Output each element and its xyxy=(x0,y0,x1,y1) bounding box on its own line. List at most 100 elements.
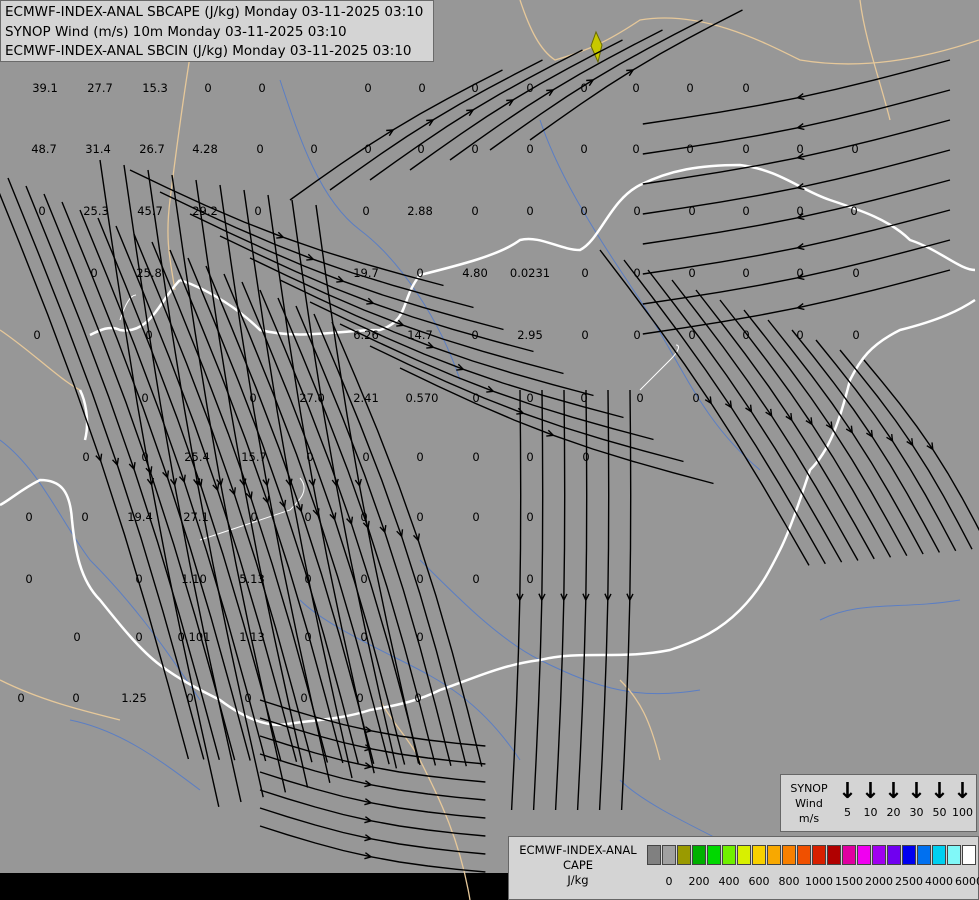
wind-arrow-icon: ↓ xyxy=(907,779,926,804)
map-value-label: 0 xyxy=(472,450,479,464)
map-value-label: 25.3 xyxy=(83,204,109,218)
cape-color-swatch xyxy=(722,845,736,865)
map-value-label: 0 xyxy=(244,691,251,705)
wind-legend-label-synop: SYNOP xyxy=(790,782,828,795)
map-value-label: 0 xyxy=(633,204,640,218)
streamline xyxy=(791,329,941,553)
map-value-label: 0 xyxy=(81,510,88,524)
map-value-label: 0 xyxy=(414,691,421,705)
weather-map[interactable]: 39.1 27.7 15.3 0 0 0 0 0 0 0 0 0 0 48.7 31.4 26.7 4.28 0 0… xyxy=(0,0,979,900)
map-value-label: 0 xyxy=(135,572,142,586)
cape-color-swatch xyxy=(767,845,781,865)
map-value-label: 0 xyxy=(360,510,367,524)
map-title-box: ECMWF-INDEX-ANAL SBCAPE (J/kg) Monday 03… xyxy=(0,0,434,62)
map-value-label: 0 xyxy=(141,450,148,464)
streamline xyxy=(529,9,743,141)
map-value-label: 0 xyxy=(250,510,257,524)
streamline xyxy=(25,185,220,760)
map-value-label: 0 xyxy=(742,81,749,95)
map-value-label: 0 xyxy=(33,328,40,342)
cape-color-swatch xyxy=(842,845,856,865)
map-value-label: 0 xyxy=(416,266,423,280)
map-value-label: 1.13 xyxy=(239,630,265,644)
wind-speed-item: ↓ 10 xyxy=(859,779,882,819)
map-value-label: 1.25 xyxy=(121,691,147,705)
map-value-label: 0 xyxy=(742,266,749,280)
map-value-label: 48.7 xyxy=(31,142,57,156)
map-value-label: 0 xyxy=(526,572,533,586)
cape-tick-label: 200 xyxy=(688,875,710,888)
wind-arrow-icon: ↓ xyxy=(884,779,903,804)
map-value-label: 0 xyxy=(581,328,588,342)
wind-speed-item: ↓ 20 xyxy=(882,779,905,819)
wind-speed-label: 20 xyxy=(886,806,901,819)
map-value-label: 0 xyxy=(581,266,588,280)
streamline xyxy=(331,321,483,767)
map-value-label: 0 xyxy=(258,81,265,95)
map-value-label: 14.7 xyxy=(407,328,433,342)
streamline xyxy=(815,339,957,552)
cape-tick-label: 4000 xyxy=(925,875,953,888)
map-value-label: 0 xyxy=(471,81,478,95)
map-value-label: 2.95 xyxy=(517,328,543,342)
wind-speed-item: ↓ 30 xyxy=(905,779,928,819)
cape-color-swatch xyxy=(647,845,661,865)
wind-speed-label: 100 xyxy=(952,806,973,819)
cape-color-swatch xyxy=(797,845,811,865)
cape-color-swatch xyxy=(947,845,961,865)
map-value-label: 0 xyxy=(688,204,695,218)
wind-legend-label-unit: m/s xyxy=(798,812,820,825)
map-value-label: 6.26 xyxy=(353,328,379,342)
river-line xyxy=(419,559,701,695)
cape-legend-label-cape: CAPE xyxy=(562,858,594,872)
map-value-label: 0 xyxy=(526,450,533,464)
cape-color-swatch xyxy=(857,845,871,865)
map-value-label: 4.80 xyxy=(462,266,488,280)
map-value-label: 0 xyxy=(145,328,152,342)
map-value-label: 0 xyxy=(310,142,317,156)
map-value-label: 0.101 xyxy=(178,630,211,644)
cape-color-swatch xyxy=(677,845,691,865)
wind-speed-label: 10 xyxy=(863,806,878,819)
map-value-label: 0 xyxy=(471,204,478,218)
map-value-label: 0 xyxy=(742,142,749,156)
map-value-label: 0 xyxy=(742,328,749,342)
map-value-label: 2.88 xyxy=(407,204,433,218)
wind-speed-item: ↓ 5 xyxy=(836,779,859,819)
streamline xyxy=(642,209,951,275)
cape-color-swatch xyxy=(917,845,931,865)
map-value-label: 0 xyxy=(416,630,423,644)
map-value-label: 0 xyxy=(632,142,639,156)
map-value-label: 27.0 xyxy=(299,391,325,405)
map-value-label: 0 xyxy=(416,450,423,464)
map-value-label: 0 xyxy=(254,204,261,218)
secondary-border xyxy=(859,0,891,121)
cape-tick-label: 400 xyxy=(718,875,740,888)
map-value-label: 0 xyxy=(852,266,859,280)
streamline xyxy=(7,177,205,760)
map-value-label: 31.4 xyxy=(85,142,111,156)
map-value-label: 0 xyxy=(17,691,24,705)
cape-color-swatch xyxy=(932,845,946,865)
cape-tick-label: 600 xyxy=(748,875,770,888)
cape-color-swatch xyxy=(812,845,826,865)
map-value-label: 0 xyxy=(304,630,311,644)
cape-tick-labels: 0 200 400 600 800 100015002000250040006000 xyxy=(647,875,979,891)
map-value-label: 4.28 xyxy=(192,142,218,156)
title-sbcape: ECMWF-INDEX-ANAL SBCAPE (J/kg) Monday 03… xyxy=(5,4,424,20)
map-value-label: 0 xyxy=(580,142,587,156)
map-value-label: 39.1 xyxy=(32,81,58,95)
river-line xyxy=(819,599,961,621)
map-value-label: 0 xyxy=(418,81,425,95)
cape-color-swatch xyxy=(887,845,901,865)
map-value-label: 0 xyxy=(72,691,79,705)
streamline xyxy=(123,164,242,803)
map-value-label: 0 xyxy=(186,691,193,705)
map-value-label: 0 xyxy=(25,510,32,524)
wind-speed-item: ↓ 50 xyxy=(928,779,951,819)
map-value-label: 0 xyxy=(851,142,858,156)
cape-color-swatch xyxy=(662,845,676,865)
map-value-label: 0 xyxy=(471,142,478,156)
map-value-label: 45.7 xyxy=(137,204,163,218)
map-value-label: 27.7 xyxy=(87,81,113,95)
